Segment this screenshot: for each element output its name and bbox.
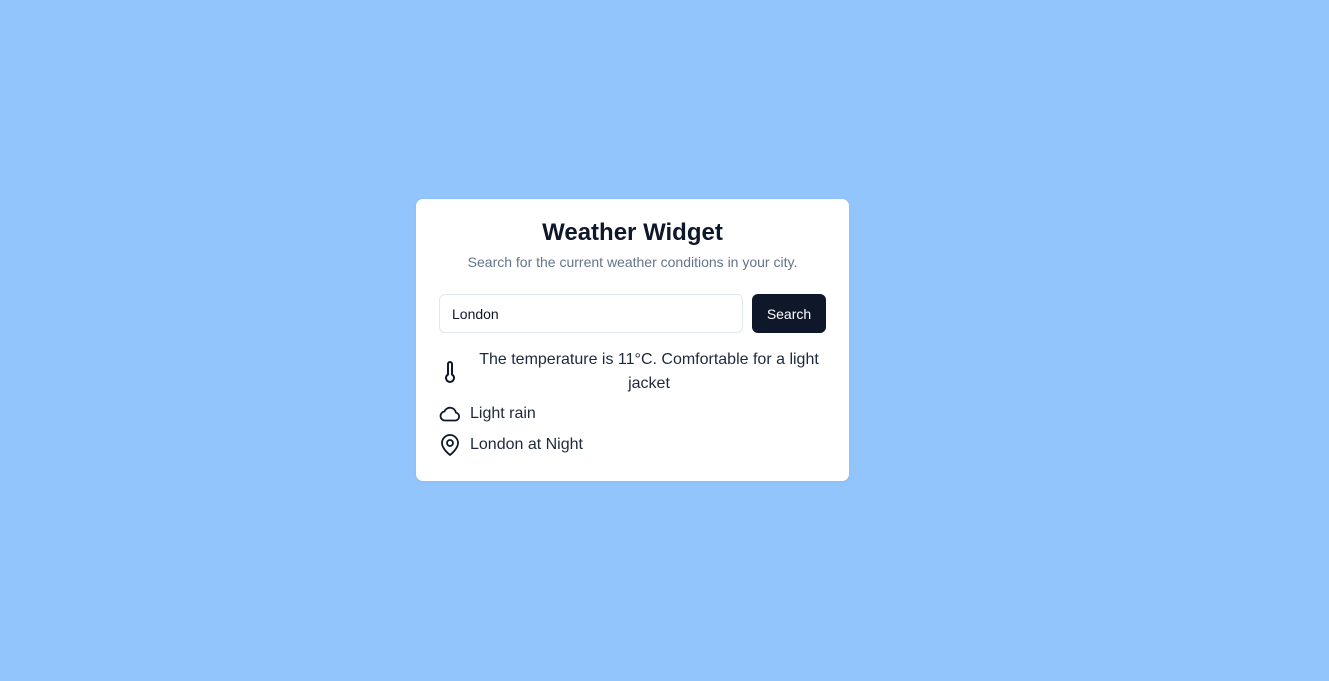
temperature-text: The temperature is 11°C. Comfortable for… — [479, 351, 819, 392]
page-background: Weather Widget Search for the current we… — [0, 0, 1329, 681]
cloud-icon — [439, 406, 461, 422]
city-search-input[interactable] — [439, 294, 743, 333]
temperature-row: The temperature is 11°C. Comfortable for… — [439, 349, 829, 395]
thermometer-icon — [439, 360, 461, 384]
widget-title: Weather Widget — [542, 219, 723, 246]
condition-row: Light rain — [439, 403, 536, 425]
location-row: London at Night — [439, 434, 583, 456]
weather-card: Weather Widget Search for the current we… — [416, 199, 849, 481]
map-pin-icon — [439, 433, 461, 457]
widget-subtitle: Search for the current weather condition… — [467, 254, 798, 270]
search-button[interactable]: Search — [752, 294, 826, 333]
location-text: London at Night — [470, 436, 583, 453]
condition-text: Light rain — [470, 405, 536, 422]
